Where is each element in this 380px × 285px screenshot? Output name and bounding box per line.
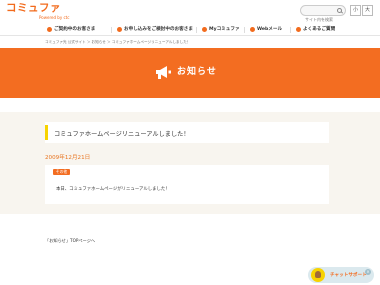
nav-item-faq[interactable]: よくあるご質問 [295,24,335,36]
nav-item-webmail[interactable]: Webメール [249,24,282,36]
page-banner: お知らせ [0,48,380,98]
site-header: コミュファ Powered by ctc 小 大 [0,0,380,24]
nav-item-current-customers[interactable]: ご契約中のお客さま [46,24,95,36]
nav-item-label: Myコミュファ [209,27,240,32]
nav-divider [111,27,112,33]
nav-item-label: よくあるご質問 [303,27,336,32]
question-icon [296,27,301,32]
nav-divider [244,27,245,33]
commufa-logo[interactable]: コミュファ Powered by ctc [6,2,72,22]
nav-divider [196,27,197,33]
logo-subtext: Powered by ctc [39,15,70,20]
logo-text: コミュファ [6,2,61,14]
search-icon[interactable] [337,8,342,13]
font-size-small-button[interactable]: 小 [350,5,361,16]
font-size-large-button[interactable]: 大 [362,5,373,16]
nav-item-label: Webメール [257,27,283,32]
category-badge: その他 [53,169,70,175]
article-title: コミュファホームページリニューアルしました！ [54,131,190,138]
breadcrumb: コミュファ光 公式サイト ＞ お知らせ ＞ コミュファホームページリニューアルし… [45,40,191,44]
person-icon [47,27,52,32]
title-accent-bar [45,125,48,140]
nav-item-label: お申し込みをご検討中のお客さま [124,27,193,32]
article-title-box: コミュファホームページリニューアルしました！ [45,122,329,143]
page-title: お知らせ [177,67,217,77]
my-page-icon [202,27,207,32]
global-nav: ご契約中のお客さま お申し込みをご検討中のお客さま Myコミュファ Webメール… [0,24,380,36]
mail-icon [250,27,255,32]
megaphone-icon [156,66,171,79]
search-input[interactable] [301,15,345,24]
article-body: 本日、コミュファホームページがリニューアルしました！ [56,187,170,192]
back-to-news-link[interactable]: 「お知らせ」TOPページへ [45,238,95,244]
nav-item-my-commufa[interactable]: Myコミュファ [201,24,240,36]
chat-support-label: チャットサポート [330,273,367,278]
site-search [300,5,346,24]
cart-icon [117,27,122,32]
nav-item-prospective-customers[interactable]: お申し込みをご検討中のお客さま [116,24,193,36]
nav-item-label: ご契約中のお客さま [54,27,96,32]
chat-avatar-icon [311,268,325,282]
nav-divider [290,27,291,33]
article-card: その他 本日、コミュファホームページがリニューアルしました！ [45,165,329,204]
article-date: 2009年12月21日 [45,155,91,161]
close-icon[interactable]: × [365,269,371,275]
chat-support-button[interactable]: チャットサポート × [308,267,374,283]
